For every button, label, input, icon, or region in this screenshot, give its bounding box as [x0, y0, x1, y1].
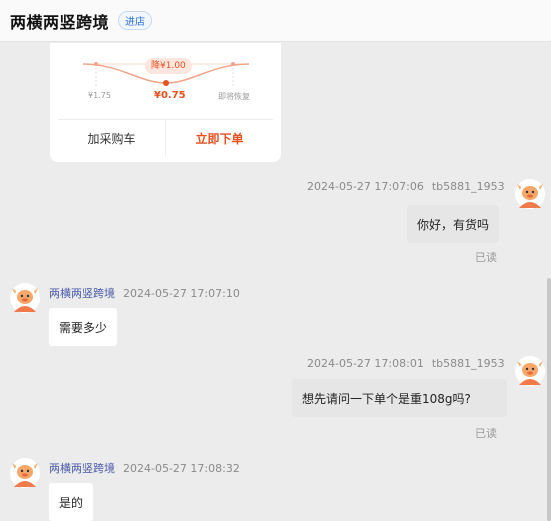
chat-header: 两横两竖跨境 进店 — [0, 0, 551, 42]
message-sender[interactable]: 两横两竖跨境 — [49, 462, 115, 475]
message-bubble[interactable]: 想先请问一下单个是重108g吗? — [292, 379, 507, 417]
message-meta: 两横两竖跨境 2024-05-27 17:07:10 — [49, 285, 240, 301]
message-meta: 2024-05-27 17:08:01 tb5881_1953 — [307, 357, 505, 370]
shop-name: 两横两竖跨境 — [10, 12, 110, 32]
product-actions: 加采购车 立即下单 — [58, 119, 273, 157]
message-meta: 2024-05-27 17:07:06 tb5881_1953 — [307, 180, 505, 193]
product-card[interactable]: 降¥1.00 ¥1.75 ¥0.75 即将恢复 加采购车 立即下单 — [50, 43, 281, 162]
price-trend-chart — [82, 62, 250, 87]
price-drop-badge: 降¥1.00 — [145, 58, 192, 74]
original-price: ¥1.75 — [88, 91, 111, 100]
message-time: 2024-05-27 17:07:06 — [307, 180, 424, 193]
message-time: 2024-05-27 17:08:01 — [307, 357, 424, 370]
read-status: 已读 — [475, 251, 497, 264]
restore-label: 即将恢复 — [218, 92, 250, 101]
message-sender[interactable]: 两横两竖跨境 — [49, 287, 115, 300]
message-bubble[interactable]: 需要多少 — [49, 308, 118, 346]
buy-now-button[interactable]: 立即下单 — [166, 120, 273, 157]
message-bubble[interactable]: 是的 — [49, 483, 94, 521]
message-bubble[interactable]: 你好，有货吗 — [407, 205, 500, 243]
chat-scrollbar[interactable] — [547, 278, 551, 521]
shop-avatar-icon[interactable] — [10, 283, 40, 313]
message-sender: tb5881_1953 — [431, 180, 505, 193]
user-avatar-icon[interactable] — [515, 179, 545, 209]
current-price-point — [163, 80, 169, 86]
message-time: 2024-05-27 17:07:10 — [123, 287, 240, 300]
restore-point — [231, 62, 235, 66]
original-price-point — [94, 62, 98, 66]
message-sender: tb5881_1953 — [431, 357, 505, 370]
shop-avatar-icon[interactable] — [10, 458, 40, 488]
current-price: ¥0.75 — [154, 90, 186, 101]
message-time: 2024-05-27 17:08:32 — [123, 462, 240, 475]
read-status: 已读 — [475, 427, 497, 440]
add-to-cart-button[interactable]: 加采购车 — [58, 120, 166, 157]
message-list[interactable]: 降¥1.00 ¥1.75 ¥0.75 即将恢复 加采购车 立即下单 2024-0… — [0, 43, 551, 521]
enter-shop-button[interactable]: 进店 — [118, 11, 153, 30]
message-meta: 两横两竖跨境 2024-05-27 17:08:32 — [49, 460, 240, 476]
user-avatar-icon[interactable] — [515, 356, 545, 386]
